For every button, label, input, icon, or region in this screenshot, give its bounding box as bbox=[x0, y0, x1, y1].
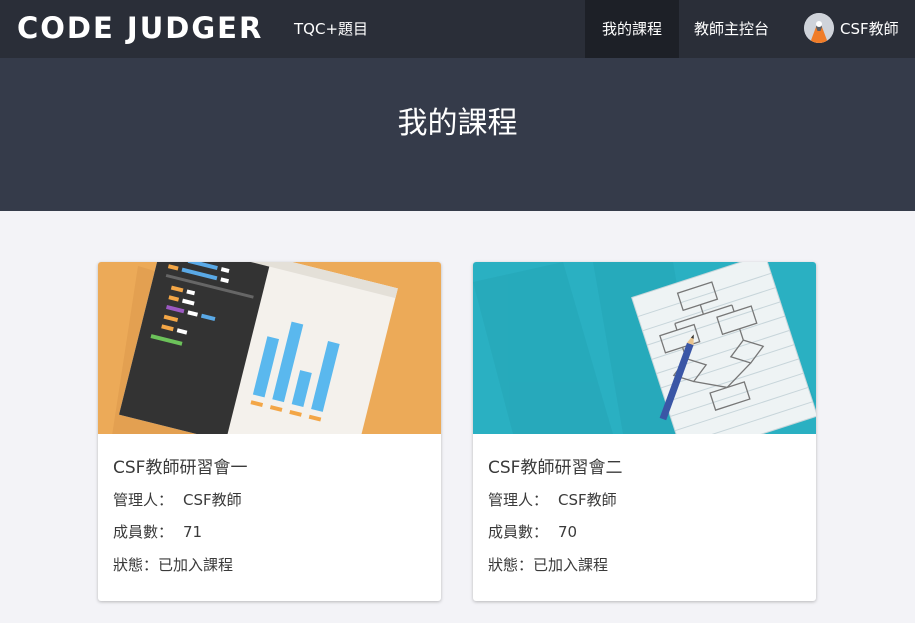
course-status: 狀態：已加入課程 bbox=[488, 554, 608, 576]
manager-value: CSF教師 bbox=[558, 491, 617, 509]
members-value: 70 bbox=[558, 523, 578, 541]
page-title: 我的課程 bbox=[397, 106, 518, 141]
course-manager: 管理人： CSF教師 bbox=[488, 489, 617, 511]
nav-link-my-courses[interactable]: 我的課程 bbox=[585, 0, 679, 58]
members-label: 成員數： bbox=[113, 523, 174, 541]
flowchart-illustration bbox=[473, 262, 816, 434]
course-card[interactable]: CSF教師研習會一 管理人： CSF教師 成員數： 71 狀態：已加入課程 bbox=[98, 262, 441, 601]
status-label: 狀態： bbox=[488, 556, 534, 574]
course-card[interactable]: CSF教師研習會二 管理人： CSF教師 成員數： 70 狀態：已加入課程 bbox=[473, 262, 816, 601]
members-value: 71 bbox=[183, 523, 203, 541]
manager-value: CSF教師 bbox=[183, 491, 242, 509]
code-editor-chart-illustration bbox=[98, 262, 441, 434]
manager-label: 管理人： bbox=[488, 491, 549, 509]
course-manager: 管理人： CSF教師 bbox=[113, 489, 242, 511]
course-name[interactable]: CSF教師研習會一 bbox=[113, 456, 247, 480]
course-members: 成員數： 70 bbox=[488, 521, 577, 543]
navbar: CODE JUDGER TQC+題目 我的課程 教師主控台 CSF教師 bbox=[0, 0, 915, 58]
nav-link-tqc[interactable]: TQC+題目 bbox=[294, 0, 368, 58]
manager-label: 管理人： bbox=[113, 491, 174, 509]
brand-logo[interactable]: CODE JUDGER bbox=[17, 10, 263, 46]
course-status: 狀態：已加入課程 bbox=[113, 554, 233, 576]
avatar[interactable] bbox=[804, 13, 834, 43]
user-avatar-icon bbox=[804, 13, 834, 43]
nav-link-teacher-console[interactable]: 教師主控台 bbox=[694, 0, 769, 58]
page-header: 我的課程 bbox=[0, 58, 915, 211]
status-value: 已加入課程 bbox=[533, 556, 609, 574]
nav-user-name[interactable]: CSF教師 bbox=[840, 0, 899, 58]
members-label: 成員數： bbox=[488, 523, 549, 541]
status-value: 已加入課程 bbox=[158, 556, 234, 574]
course-members: 成員數： 71 bbox=[113, 521, 202, 543]
course-name[interactable]: CSF教師研習會二 bbox=[488, 456, 622, 480]
status-label: 狀態： bbox=[113, 556, 159, 574]
